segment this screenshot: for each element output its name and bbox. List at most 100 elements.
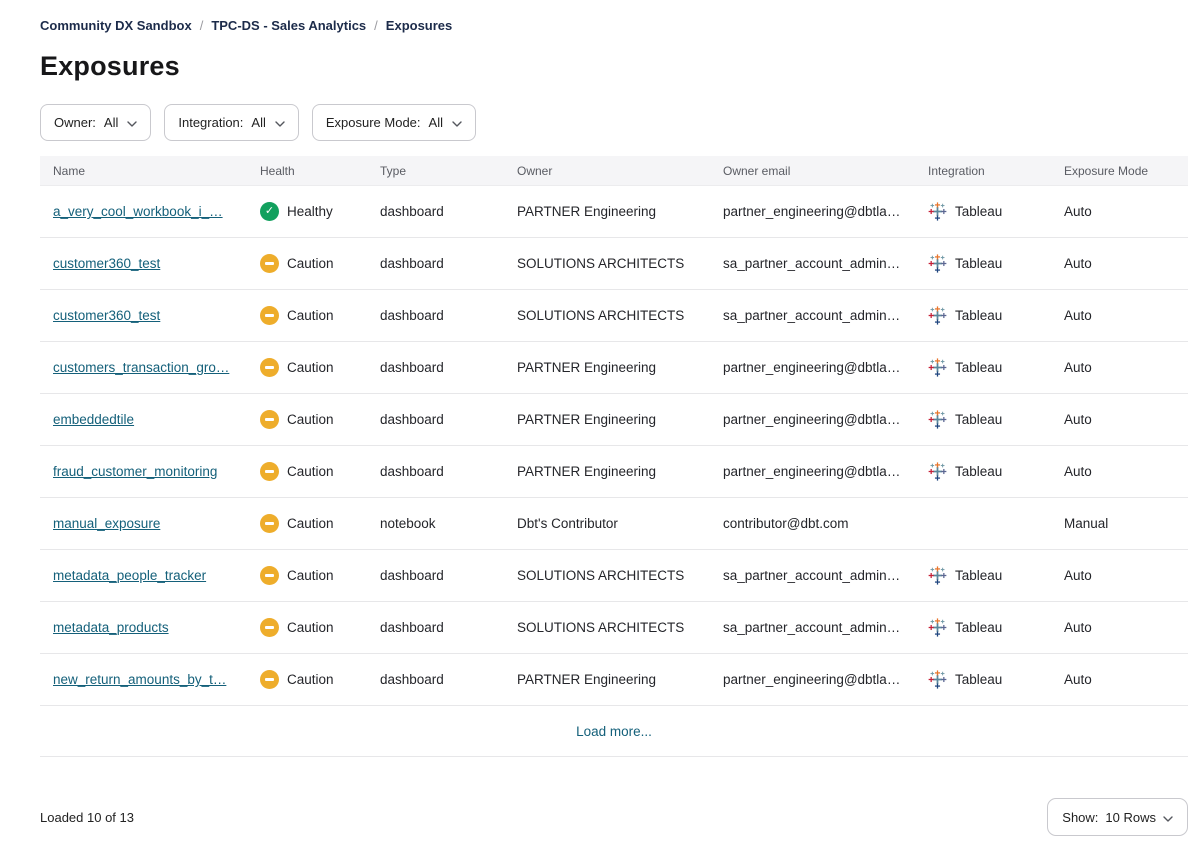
exposures-table: Name Health Type Owner Owner email Integ… bbox=[40, 156, 1188, 757]
column-header-owner: Owner bbox=[504, 164, 710, 178]
exposure-mode-cell: Manual bbox=[1051, 516, 1188, 531]
owner-email-cell: sa_partner_account_admin… bbox=[710, 256, 915, 271]
type-cell: dashboard bbox=[367, 256, 504, 271]
owner-filter-dropdown[interactable]: Owner: All bbox=[40, 104, 151, 141]
exposure-name-link[interactable]: fraud_customer_monitoring bbox=[53, 464, 217, 479]
owner-cell: SOLUTIONS ARCHITECTS bbox=[504, 256, 710, 271]
integration-cell: Tableau bbox=[915, 618, 1051, 637]
exposure-mode-cell: Auto bbox=[1051, 568, 1188, 583]
health-status-label: Caution bbox=[287, 516, 334, 531]
tableau-icon bbox=[928, 618, 947, 637]
integration-filter-value: All bbox=[251, 115, 265, 130]
table-row: metadata_people_tracker Caution dashboar… bbox=[40, 550, 1188, 602]
owner-cell: PARTNER Engineering bbox=[504, 412, 710, 427]
tableau-icon bbox=[928, 566, 947, 585]
column-header-health: Health bbox=[247, 164, 367, 178]
health-status-icon bbox=[260, 202, 279, 221]
column-header-type: Type bbox=[367, 164, 504, 178]
breadcrumb-item-exposures: Exposures bbox=[386, 18, 452, 33]
health-status-label: Caution bbox=[287, 256, 334, 271]
column-header-name: Name bbox=[40, 164, 247, 178]
health-status-icon bbox=[260, 670, 279, 689]
type-cell: dashboard bbox=[367, 360, 504, 375]
exposure-name-link[interactable]: new_return_amounts_by_t… bbox=[53, 672, 226, 687]
health-status-label: Caution bbox=[287, 568, 334, 583]
exposure-mode-cell: Auto bbox=[1051, 308, 1188, 323]
type-cell: dashboard bbox=[367, 464, 504, 479]
exposure-name-link[interactable]: customer360_test bbox=[53, 256, 160, 271]
type-cell: dashboard bbox=[367, 672, 504, 687]
owner-email-cell: contributor@dbt.com bbox=[710, 516, 915, 531]
owner-email-cell: sa_partner_account_admin… bbox=[710, 620, 915, 635]
owner-email-cell: partner_engineering@dbtla… bbox=[710, 464, 915, 479]
table-row: a_very_cool_workbook_i_… Healthy dashboa… bbox=[40, 186, 1188, 238]
health-status-icon bbox=[260, 566, 279, 585]
table-row: metadata_products Caution dashboard SOLU… bbox=[40, 602, 1188, 654]
owner-cell: PARTNER Engineering bbox=[504, 204, 710, 219]
owner-filter-label: Owner: bbox=[54, 115, 96, 130]
integration-cell: Tableau bbox=[915, 254, 1051, 273]
owner-cell: SOLUTIONS ARCHITECTS bbox=[504, 620, 710, 635]
integration-filter-label: Integration: bbox=[178, 115, 243, 130]
exposure-name-link[interactable]: a_very_cool_workbook_i_… bbox=[53, 204, 223, 219]
exposure-name-link[interactable]: customers_transaction_gro… bbox=[53, 360, 229, 375]
integration-label: Tableau bbox=[955, 464, 1002, 479]
table-row: manual_exposure Caution notebook Dbt's C… bbox=[40, 498, 1188, 550]
table-row: embeddedtile Caution dashboard PARTNER E… bbox=[40, 394, 1188, 446]
exposure-mode-cell: Auto bbox=[1051, 620, 1188, 635]
breadcrumb: Community DX Sandbox / TPC-DS - Sales An… bbox=[40, 18, 1188, 33]
type-cell: dashboard bbox=[367, 204, 504, 219]
health-status-icon bbox=[260, 618, 279, 637]
owner-email-cell: partner_engineering@dbtla… bbox=[710, 204, 915, 219]
owner-cell: SOLUTIONS ARCHITECTS bbox=[504, 568, 710, 583]
exposure-name-link[interactable]: customer360_test bbox=[53, 308, 160, 323]
owner-cell: PARTNER Engineering bbox=[504, 672, 710, 687]
health-status-icon bbox=[260, 306, 279, 325]
rows-per-page-dropdown[interactable]: Show: 10 Rows bbox=[1047, 798, 1188, 836]
chevron-down-icon bbox=[124, 115, 137, 130]
breadcrumb-separator: / bbox=[374, 18, 378, 33]
chevron-down-icon bbox=[1163, 810, 1173, 825]
breadcrumb-separator: / bbox=[200, 18, 204, 33]
health-status-label: Caution bbox=[287, 308, 334, 323]
health-status-icon bbox=[260, 514, 279, 533]
exposure-mode-filter-dropdown[interactable]: Exposure Mode: All bbox=[312, 104, 476, 141]
integration-label: Tableau bbox=[955, 620, 1002, 635]
exposure-mode-filter-value: All bbox=[429, 115, 443, 130]
exposure-name-link[interactable]: manual_exposure bbox=[53, 516, 160, 531]
load-more-link[interactable]: Load more... bbox=[576, 724, 652, 739]
table-body: a_very_cool_workbook_i_… Healthy dashboa… bbox=[40, 186, 1188, 706]
owner-email-cell: partner_engineering@dbtla… bbox=[710, 360, 915, 375]
integration-label: Tableau bbox=[955, 308, 1002, 323]
tableau-icon bbox=[928, 306, 947, 325]
health-status-label: Healthy bbox=[287, 204, 333, 219]
table-row: customer360_test Caution dashboard SOLUT… bbox=[40, 290, 1188, 342]
tableau-icon bbox=[928, 358, 947, 377]
breadcrumb-item-project[interactable]: Community DX Sandbox bbox=[40, 18, 192, 33]
exposure-mode-cell: Auto bbox=[1051, 204, 1188, 219]
integration-cell: Tableau bbox=[915, 670, 1051, 689]
chevron-down-icon bbox=[449, 115, 462, 130]
tableau-icon bbox=[928, 410, 947, 429]
integration-label: Tableau bbox=[955, 256, 1002, 271]
type-cell: dashboard bbox=[367, 308, 504, 323]
table-row: new_return_amounts_by_t… Caution dashboa… bbox=[40, 654, 1188, 706]
owner-filter-value: All bbox=[104, 115, 118, 130]
health-status-label: Caution bbox=[287, 464, 334, 479]
integration-cell: Tableau bbox=[915, 306, 1051, 325]
column-header-integration: Integration bbox=[915, 164, 1051, 178]
integration-filter-dropdown[interactable]: Integration: All bbox=[164, 104, 299, 141]
page-title: Exposures bbox=[40, 51, 1188, 82]
show-value: 10 Rows bbox=[1105, 810, 1156, 825]
integration-cell: Tableau bbox=[915, 202, 1051, 221]
table-header: Name Health Type Owner Owner email Integ… bbox=[40, 156, 1188, 186]
breadcrumb-item-environment[interactable]: TPC-DS - Sales Analytics bbox=[211, 18, 366, 33]
column-header-owner-email: Owner email bbox=[710, 164, 915, 178]
column-header-exposure-mode: Exposure Mode bbox=[1051, 164, 1188, 178]
exposure-name-link[interactable]: metadata_people_tracker bbox=[53, 568, 206, 583]
tableau-icon bbox=[928, 462, 947, 481]
exposure-name-link[interactable]: metadata_products bbox=[53, 620, 169, 635]
exposure-name-link[interactable]: embeddedtile bbox=[53, 412, 134, 427]
integration-cell: Tableau bbox=[915, 566, 1051, 585]
tableau-icon bbox=[928, 670, 947, 689]
